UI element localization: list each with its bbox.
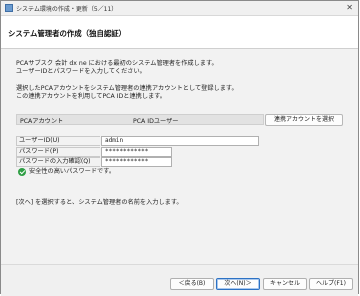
link-text-line-2: この連携アカウントを利用してPCA IDと連携します。	[16, 93, 166, 100]
select-linked-account-button[interactable]: 連携アカウントを選択	[265, 114, 343, 126]
wizard-window: システム環境の作成・更新（5／11） ✕ システム管理者の作成（独自認証） PC…	[0, 0, 359, 296]
password-label: パスワード(P)	[16, 147, 100, 157]
page-title: システム管理者の作成（独自認証）	[8, 29, 127, 38]
help-button[interactable]: ヘルプ(F1)	[309, 278, 353, 290]
title-bar: システム環境の作成・更新（5／11） ✕	[1, 1, 358, 16]
check-circle-icon	[18, 168, 26, 176]
intro-text-line-2: ユーザーIDとパスワードを入力してください。	[16, 68, 146, 75]
wizard-footer: ＜戻る(B) 次へ(N)＞ キャンセル ヘルプ(F1)	[1, 264, 358, 296]
link-text-line-1: 選択したPCAアカウントをシステム管理者の連携アカウントとして登録します。	[16, 85, 238, 92]
wizard-header: システム管理者の作成（独自認証）	[1, 16, 358, 49]
next-button[interactable]: 次へ(N)＞	[216, 278, 260, 290]
password-strength-message: 安全性の高いパスワードです。	[29, 168, 116, 175]
password-confirm-label: パスワードの入力確認(Q)	[16, 157, 100, 167]
user-id-input[interactable]: admin	[101, 136, 259, 146]
password-input[interactable]: ************	[101, 147, 172, 157]
app-icon	[5, 4, 13, 12]
close-icon[interactable]: ✕	[346, 3, 353, 12]
pca-account-value: PCA IDユーザー	[133, 118, 179, 125]
pca-account-label: PCAアカウント	[20, 118, 64, 125]
user-id-label: ユーザーID(U)	[16, 136, 100, 146]
cancel-button[interactable]: キャンセル	[263, 278, 307, 290]
intro-text-line-1: PCAサブスク 会計 dx ne における最初のシステム管理者を作成します。	[16, 60, 218, 67]
window-title: システム環境の作成・更新（5／11）	[16, 6, 118, 13]
back-button[interactable]: ＜戻る(B)	[170, 278, 214, 290]
next-hint-text: [次へ] を選択すると、システム管理者の名前を入力します。	[16, 199, 183, 206]
password-confirm-input[interactable]: ************	[101, 157, 172, 167]
pca-account-row: PCAアカウント PCA IDユーザー	[16, 114, 264, 125]
